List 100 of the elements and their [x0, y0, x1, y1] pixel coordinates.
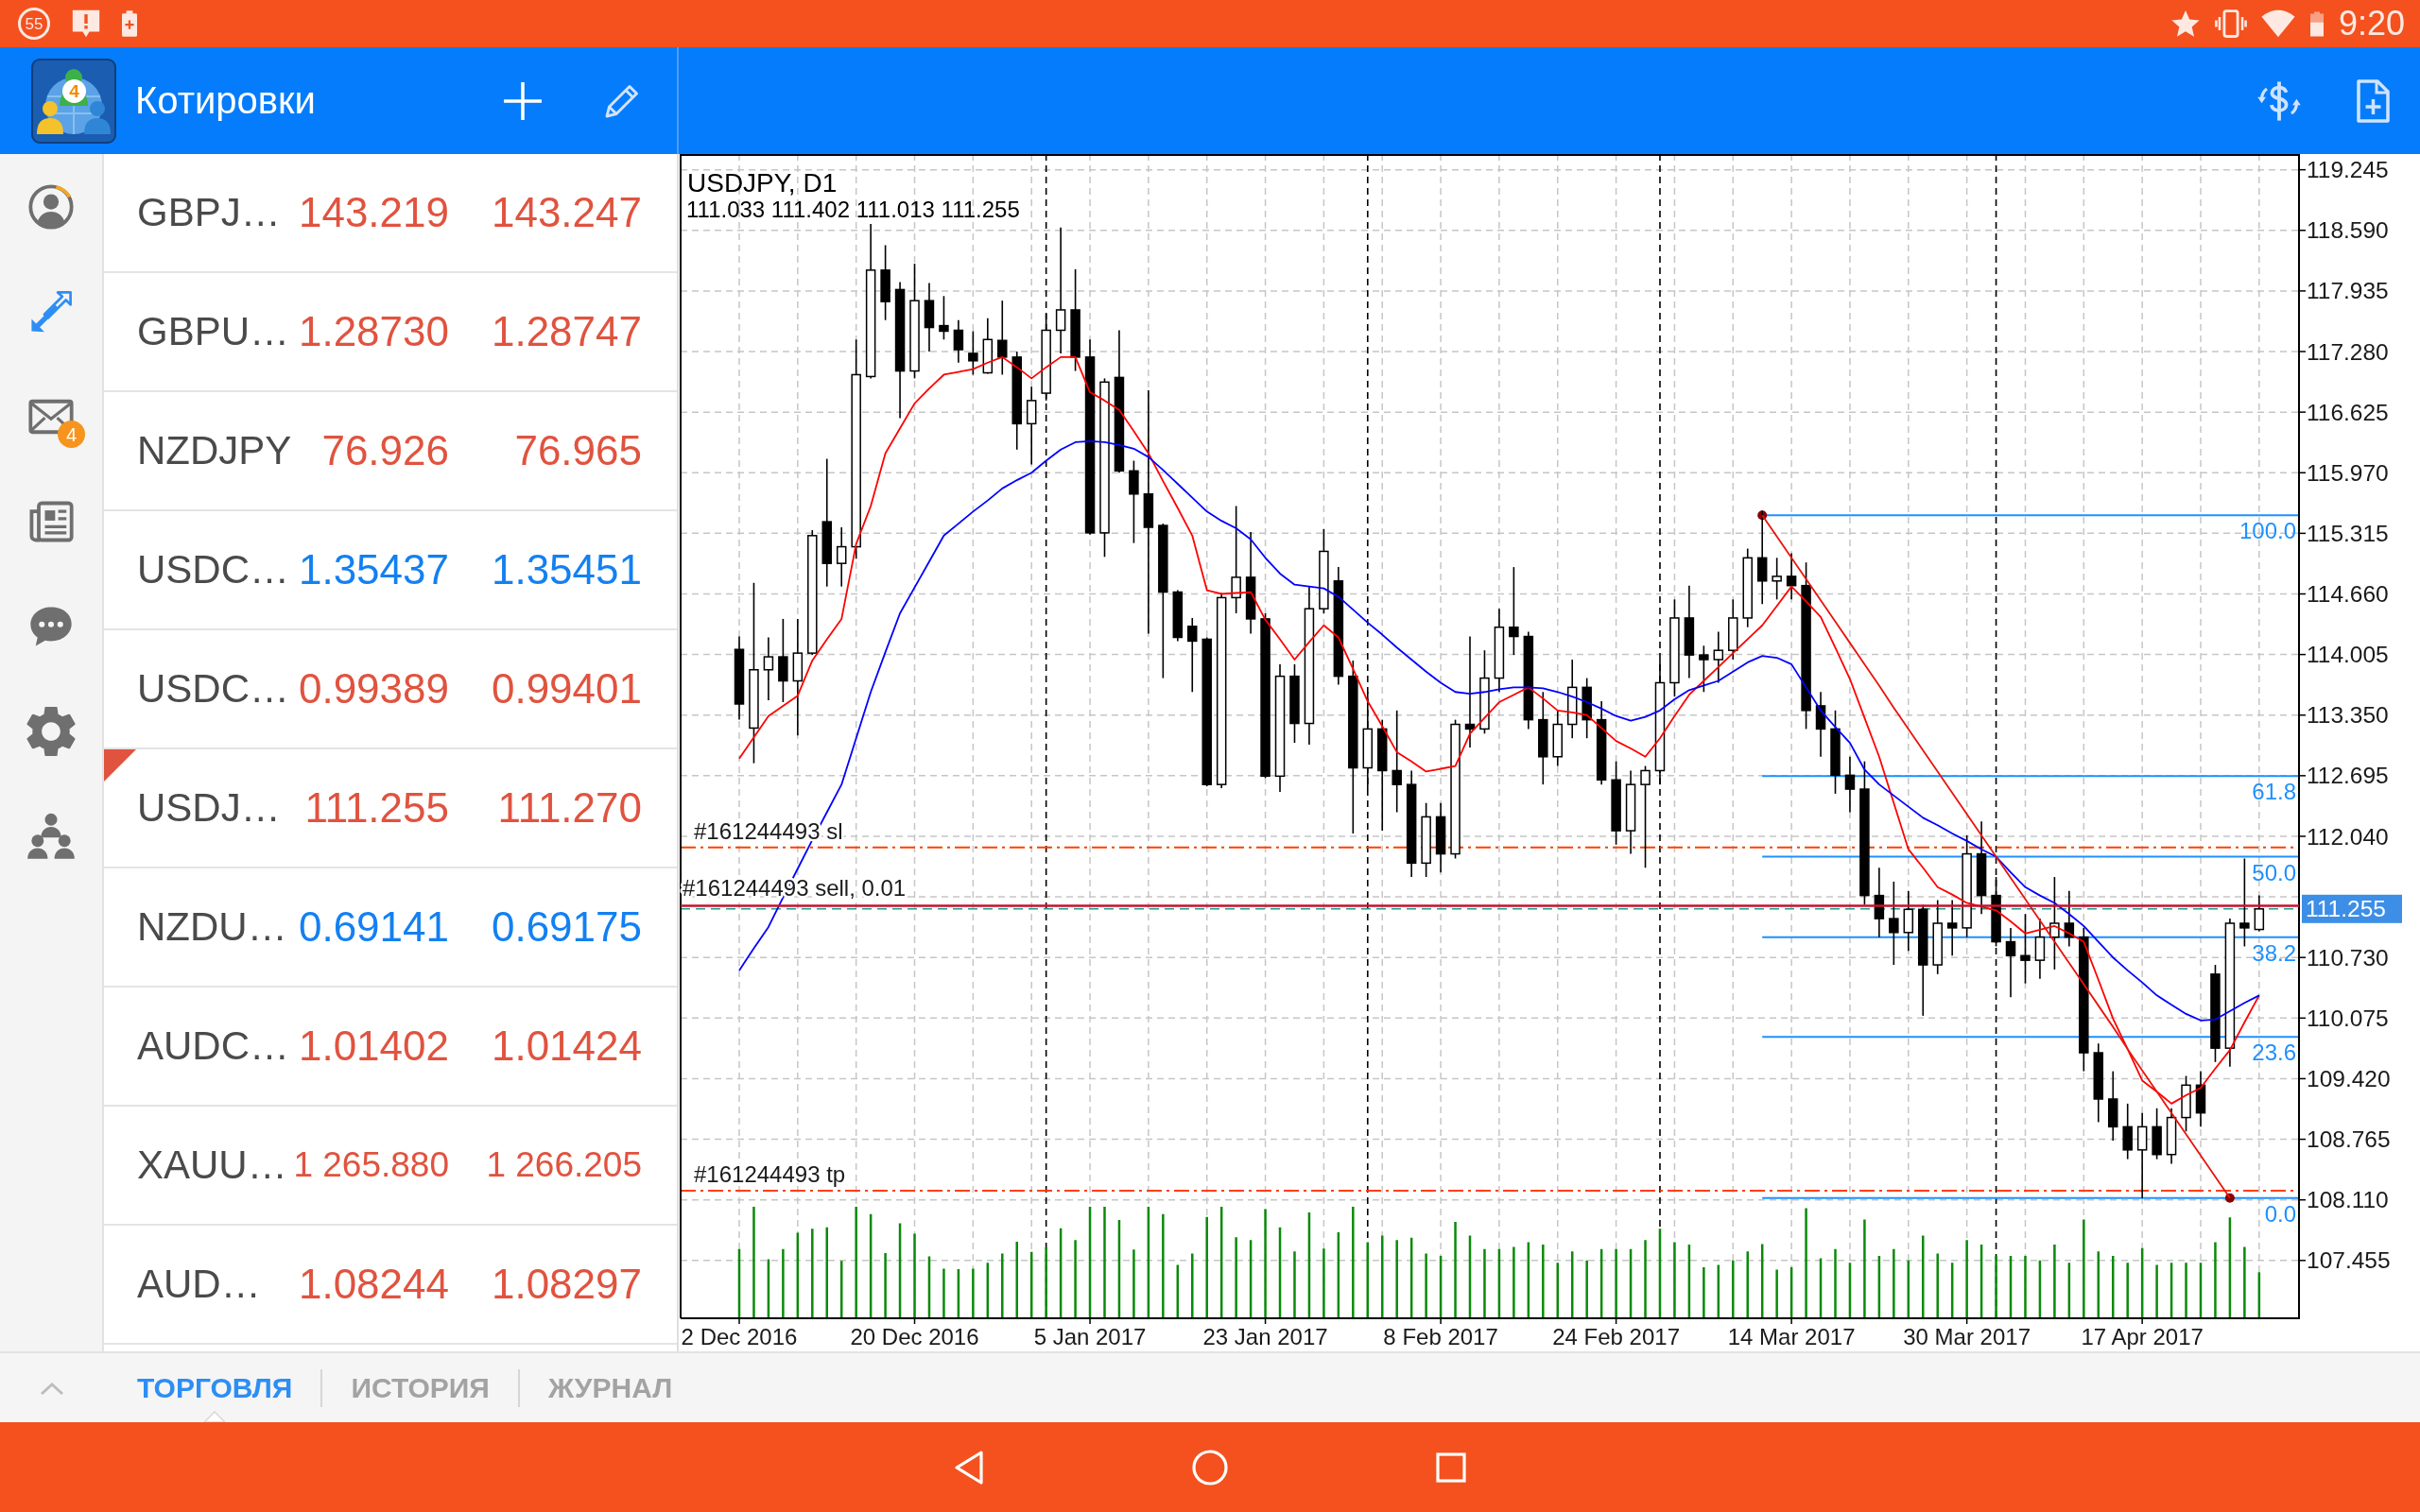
symbol-name: GBPU… [137, 309, 291, 354]
date-axis-label: 30 Mar 2017 [1903, 1324, 2031, 1349]
date-axis-label: 14 Mar 2017 [1727, 1324, 1856, 1349]
fibonacci-level-label: 38.2 [2252, 939, 2296, 966]
home-icon[interactable] [1191, 1448, 1229, 1486]
bid-price: 0.99389 [297, 665, 449, 713]
candlestick [1728, 598, 1738, 661]
price-axis-label: 117.935 [2307, 278, 2389, 304]
ask-price: 1.35451 [490, 546, 642, 593]
bid-price: 1.08244 [297, 1261, 449, 1308]
candlestick [953, 318, 964, 364]
candlestick [1582, 677, 1592, 739]
date-axis-label: 24 Feb 2017 [1552, 1324, 1680, 1349]
price-axis-label: 113.350 [2307, 702, 2389, 729]
price-axis-label: 115.315 [2307, 520, 2389, 546]
quote-row[interactable]: USDJ… 111.255 111.270 [104, 749, 677, 868]
candlestick [1772, 557, 1782, 601]
symbol-name: USDC… [137, 666, 290, 712]
candlestick [2254, 894, 2265, 933]
candlestick [939, 295, 949, 341]
bid-price: 1.01402 [297, 1022, 449, 1070]
symbol-name: NZDJPY [137, 428, 293, 473]
candlestick [763, 636, 774, 701]
chart-title: USDJPY, D1 [687, 168, 838, 198]
symbol-name: USDJ… [137, 785, 282, 831]
screen-title: Котировки [135, 79, 316, 122]
candlestick [2181, 1074, 2191, 1133]
ask-price: 1 266.205 [485, 1145, 642, 1185]
fibonacci-level-label: 61.8 [2252, 779, 2296, 805]
price-axis-label: 114.660 [2307, 581, 2389, 607]
candlestick [1172, 589, 1184, 643]
bid-price: 1.28730 [297, 308, 449, 355]
price-axis-label: 109.420 [2307, 1066, 2391, 1091]
bid-price: 1.35437 [297, 546, 449, 593]
community-icon[interactable] [26, 811, 76, 861]
bid-price: 143.219 [297, 189, 449, 236]
candlestick [968, 330, 978, 376]
date-axis-label: 8 Feb 2017 [1383, 1324, 1498, 1349]
symbol-name: NZDU… [137, 904, 288, 950]
battery-icon [2308, 10, 2325, 37]
price-axis-label: 116.625 [2307, 399, 2389, 425]
date-axis-label: 17 Apr 2017 [2081, 1324, 2204, 1349]
date-axis-label: 2 Dec 2016 [681, 1324, 798, 1349]
price-axis-label: 112.695 [2307, 763, 2389, 789]
symbol-name: AUD… [137, 1262, 262, 1307]
price-axis-label: 118.590 [2307, 217, 2389, 244]
settings-icon[interactable] [26, 706, 76, 756]
unread-count: 4 [58, 421, 85, 448]
ask-price: 1.01424 [490, 1022, 642, 1070]
price-axis-label: 115.970 [2307, 459, 2389, 486]
price-axis-label: 117.280 [2307, 338, 2389, 365]
candlestick [2064, 889, 2075, 948]
candlestick [1844, 756, 1856, 814]
price-axis-label: 110.075 [2307, 1005, 2389, 1031]
current-price-tag: 111.255 [2302, 894, 2402, 923]
candlestick [1903, 889, 1914, 953]
notification-counter: 55 [18, 8, 50, 40]
price-axis-label: 110.730 [2307, 944, 2389, 971]
app-logo-icon [31, 58, 116, 144]
candlestick [2152, 1108, 2162, 1160]
wifi-icon [2260, 9, 2295, 38]
candlestick [982, 317, 994, 375]
bid-price: 111.255 [303, 784, 449, 832]
price-axis-label: 108.765 [2307, 1126, 2391, 1153]
candlestick [1552, 710, 1563, 767]
date-axis-label: 5 Jan 2017 [1033, 1324, 1147, 1349]
ask-price: 143.247 [490, 189, 642, 236]
fibonacci-level-label: 100.0 [2238, 518, 2296, 544]
candlestick [2034, 918, 2046, 980]
candlestick [2166, 1108, 2177, 1165]
star-icon [2169, 9, 2201, 39]
fibonacci-level-label: 0.0 [2264, 1200, 2296, 1227]
ask-price: 76.965 [513, 427, 642, 474]
candlestick [1713, 630, 1724, 684]
ref-line-label: 111.255 [2306, 896, 2386, 922]
vibrate-icon [2214, 8, 2247, 40]
clock: 9:20 [2338, 7, 2405, 41]
date-axis-label: 20 Dec 2016 [850, 1324, 979, 1349]
new-document-icon[interactable] [2354, 77, 2392, 124]
ask-price: 1.28747 [490, 308, 642, 355]
fibonacci-level-label: 23.6 [2252, 1040, 2296, 1066]
price-axis-label: 107.455 [2307, 1247, 2391, 1274]
bid-price: 76.926 [320, 427, 449, 474]
symbol-name: USDC… [137, 547, 290, 593]
candlestick [1786, 552, 1797, 601]
date-axis-label: 23 Jan 2017 [1202, 1324, 1328, 1349]
account-icon[interactable] [26, 181, 76, 232]
fibonacci-level-label: 50.0 [2252, 859, 2296, 885]
order-line-label: #161244493 tp [694, 1160, 846, 1187]
ohlc-readout: 111.033 111.402 111.013 111.255 [686, 197, 1020, 222]
candlestick [1946, 899, 1958, 957]
ask-price: 1.08297 [490, 1261, 642, 1308]
bid-price: 0.69141 [297, 903, 449, 951]
candlestick [2122, 1103, 2133, 1160]
ask-price: 0.99401 [490, 665, 642, 713]
symbol-name: XAUU… [137, 1143, 288, 1188]
candlestick [2195, 1070, 2206, 1128]
price-axis-label: 108.110 [2307, 1187, 2389, 1213]
ask-price: 111.270 [496, 784, 642, 832]
bid-price: 1 265.880 [293, 1145, 449, 1185]
